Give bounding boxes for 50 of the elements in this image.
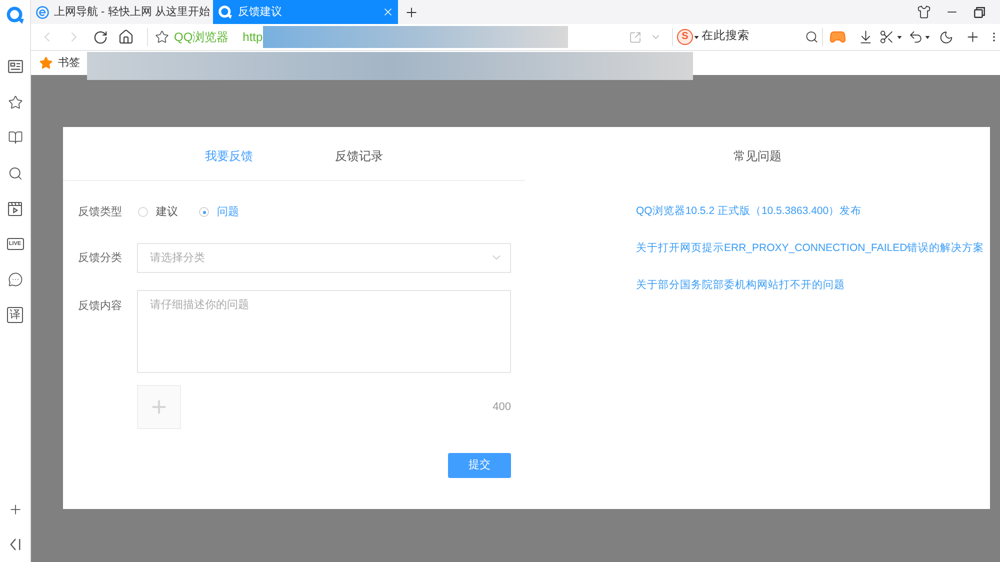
category-select[interactable]: 请选择分类 [137, 243, 511, 273]
news-icon[interactable] [8, 60, 22, 74]
site-name-label: QQ浏览器 [174, 29, 229, 46]
faq-link[interactable]: 关于打开网页提示ERR_PROXY_CONNECTION_FAILED错误的解决方案 [636, 241, 984, 255]
close-icon[interactable] [382, 6, 394, 18]
field-label: 反馈分类 [78, 250, 123, 266]
translate-button[interactable]: 译 [7, 307, 23, 324]
address-url-text[interactable]: http [242, 28, 263, 46]
faq-link[interactable]: 关于部分国务院部委机构网站打不开的问题 [636, 278, 845, 292]
bookmark-star-icon[interactable] [155, 30, 169, 44]
faq-title: 常见问题 [734, 150, 782, 162]
character-counter: 400 [492, 400, 511, 415]
field-label: 反馈内容 [78, 298, 123, 314]
feedback-content-textarea[interactable]: 请仔细描述你的问题 [137, 290, 511, 373]
book-icon[interactable] [8, 130, 22, 146]
bookmarks-label[interactable]: 书签 [58, 54, 80, 72]
faq-link[interactable]: QQ浏览器10.5.2 正式版（10.5.3863.400）发布 [636, 204, 862, 218]
browser-logo-icon [6, 6, 24, 24]
video-icon[interactable] [8, 202, 22, 216]
collapse-sidebar-icon[interactable] [10, 538, 20, 551]
new-tab-icon[interactable] [404, 4, 419, 20]
caret-icon [694, 36, 699, 38]
search-engine-button[interactable]: S [677, 29, 693, 45]
web-page-icon [36, 6, 49, 18]
submit-button[interactable]: 提交 [448, 453, 511, 478]
scissors-icon[interactable] [879, 29, 895, 45]
radio-option[interactable]: 建议 [138, 204, 178, 220]
star-icon[interactable] [8, 94, 22, 110]
bookmarks-star-icon[interactable] [39, 56, 53, 70]
radio-option[interactable]: 问题 [199, 204, 239, 220]
home-icon[interactable] [118, 29, 134, 45]
browser-tab[interactable]: 上网导航 - 轻快上网 从这里开始 [31, 0, 213, 24]
caret-icon [896, 36, 902, 38]
field-label: 反馈类型 [78, 204, 123, 220]
refresh-icon[interactable] [93, 30, 108, 44]
skin-icon[interactable] [917, 5, 931, 19]
undo-icon[interactable] [908, 29, 924, 45]
search-field[interactable]: 在此搜索 [702, 28, 802, 46]
radio-icon[interactable] [138, 207, 148, 217]
chat-icon[interactable] [8, 272, 22, 288]
radio-icon[interactable] [199, 207, 209, 217]
feedback-tab[interactable]: 我要反馈 [205, 150, 253, 162]
feedback-tab[interactable]: 反馈记录 [335, 150, 383, 162]
browser-tab[interactable]: 反馈建议 [213, 0, 398, 24]
caret-icon [925, 36, 930, 38]
restore-window-icon[interactable] [974, 6, 985, 18]
search-icon[interactable] [804, 30, 818, 44]
browser-logo-icon [218, 5, 232, 19]
search-icon[interactable] [8, 166, 22, 181]
night-mode-icon[interactable] [939, 30, 954, 44]
